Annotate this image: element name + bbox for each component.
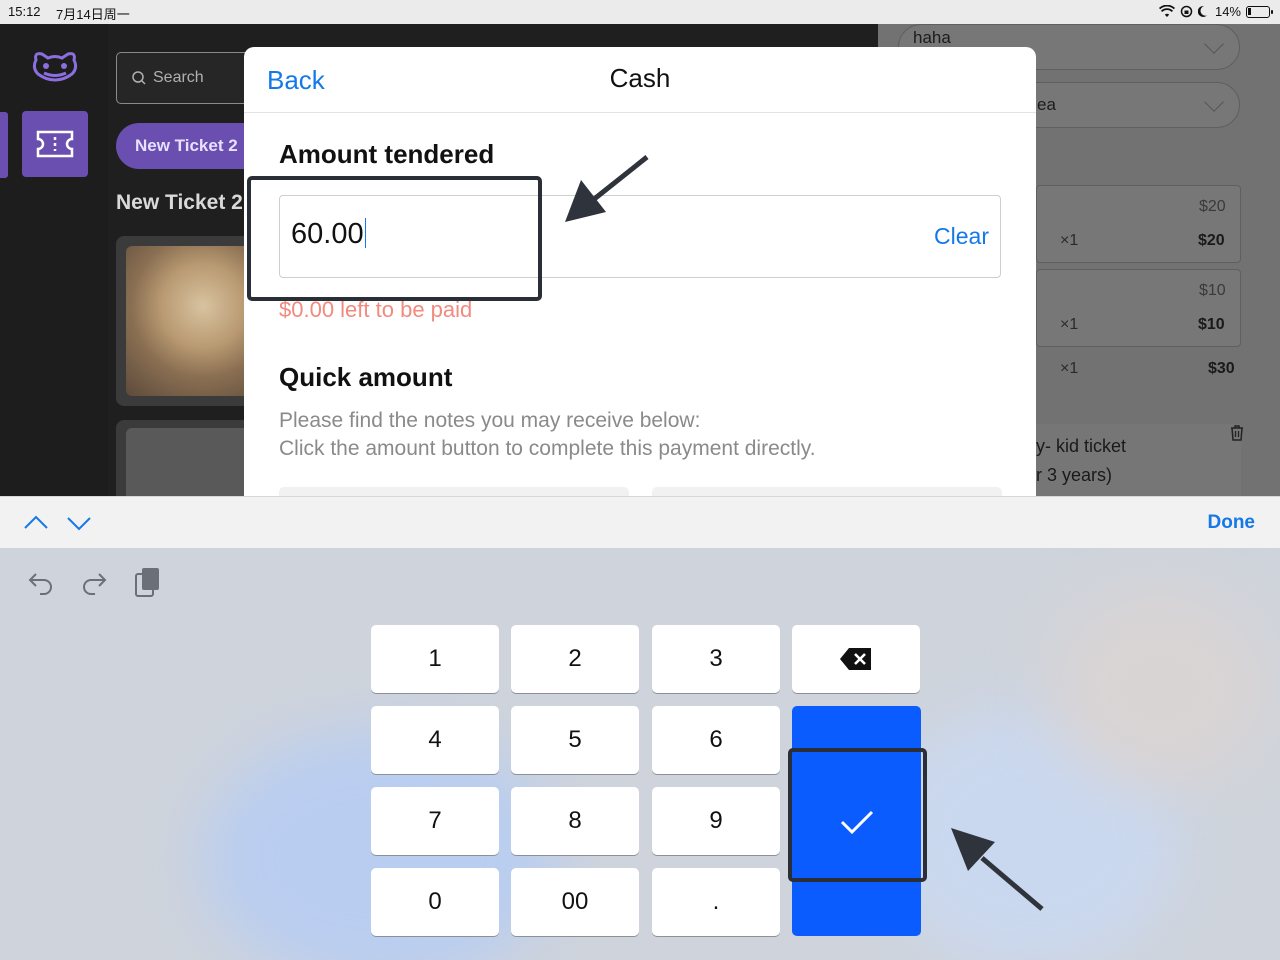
key-5[interactable]: 5: [511, 706, 639, 774]
line-item-qty: ×1: [1060, 232, 1079, 249]
quick-amount-instruction: Click the amount button to complete this…: [279, 437, 816, 460]
key-decimal[interactable]: .: [652, 868, 780, 936]
wifi-icon: [1158, 5, 1175, 17]
keyboard-done-button[interactable]: Done: [1208, 512, 1256, 534]
status-date: 7月14日周一: [56, 7, 130, 22]
backspace-icon: [840, 648, 871, 670]
amount-tendered-label: Amount tendered: [279, 139, 495, 169]
chevron-down-icon: [1204, 34, 1224, 54]
cart-line-item[interactable]: [1036, 185, 1241, 263]
line-item-total: $10: [1198, 316, 1225, 333]
ticket-name-sub: r 3 years): [1036, 465, 1113, 485]
keyboard-toolbar: Done: [0, 496, 1280, 548]
rail-item-tickets[interactable]: [22, 111, 88, 177]
paste-clipboard-icon[interactable]: [133, 566, 163, 598]
key-3[interactable]: 3: [652, 625, 780, 693]
customer-dropdown-value: haha: [913, 28, 951, 47]
key-backspace[interactable]: [792, 625, 920, 693]
new-ticket-tab-label: New Ticket 2: [135, 136, 238, 155]
quick-amount-description: Please find the notes you may receive be…: [279, 409, 701, 432]
line-item-qty: ×1: [1060, 316, 1079, 333]
key-8[interactable]: 8: [511, 787, 639, 855]
area-dropdown-value: ea: [1037, 95, 1056, 114]
orientation-lock-icon: [1180, 5, 1193, 18]
key-2[interactable]: 2: [511, 625, 639, 693]
key-00[interactable]: 00: [511, 868, 639, 936]
cart-line-item[interactable]: [1036, 269, 1241, 347]
quick-amount-label: Quick amount: [279, 362, 453, 392]
status-bar: 15:12 7月14日周一 14%: [0, 0, 1280, 24]
moon-icon: [1197, 5, 1207, 17]
app-logo-icon: [32, 52, 78, 82]
key-6[interactable]: 6: [652, 706, 780, 774]
undo-icon[interactable]: [26, 566, 56, 598]
key-0[interactable]: 0: [371, 868, 499, 936]
rail-active-indicator: [0, 112, 8, 178]
line-item-total: $20: [1198, 232, 1225, 249]
ticket-section-title: New Ticket 2: [116, 191, 243, 214]
clear-button[interactable]: Clear: [934, 223, 989, 250]
battery-icon: [1246, 5, 1273, 18]
selected-ticket-item[interactable]: y- kid ticket r 3 years): [1036, 424, 1243, 498]
line-item-price: $20: [1199, 198, 1226, 215]
line-item-price: $10: [1199, 282, 1226, 299]
numeric-keyboard: 1 2 3 4 5 6 7 8 9 0 00 .: [0, 548, 1280, 960]
redo-icon[interactable]: [79, 566, 109, 598]
key-1[interactable]: 1: [371, 625, 499, 693]
next-field-chevron-down-icon[interactable]: [67, 511, 91, 535]
line-item-total: $30: [1208, 360, 1235, 377]
previous-field-chevron-up-icon[interactable]: [24, 511, 48, 535]
ticket-icon: [36, 130, 74, 158]
status-indicators: 14%: [1158, 4, 1273, 19]
trash-icon[interactable]: [1229, 424, 1245, 442]
search-placeholder: Search: [153, 69, 204, 86]
left-rail: [0, 24, 108, 496]
chevron-down-icon: [1204, 92, 1224, 112]
key-4[interactable]: 4: [371, 706, 499, 774]
quick-amount-button[interactable]: [279, 487, 629, 496]
key-7[interactable]: 7: [371, 787, 499, 855]
status-time: 15:12: [8, 4, 41, 19]
modal-title: Cash: [609, 63, 671, 93]
keyboard-background-glow: [1050, 588, 1270, 788]
modal-header: Back Cash: [244, 47, 1036, 113]
search-icon: [132, 71, 146, 85]
quick-amount-button[interactable]: [652, 487, 1002, 496]
key-9[interactable]: 9: [652, 787, 780, 855]
highlight-box-confirm: [788, 748, 927, 882]
battery-percent: 14%: [1214, 4, 1241, 19]
line-item-qty: ×1: [1060, 360, 1079, 377]
ticket-name: y- kid ticket: [1036, 436, 1127, 456]
highlight-box-amount: [247, 176, 542, 301]
